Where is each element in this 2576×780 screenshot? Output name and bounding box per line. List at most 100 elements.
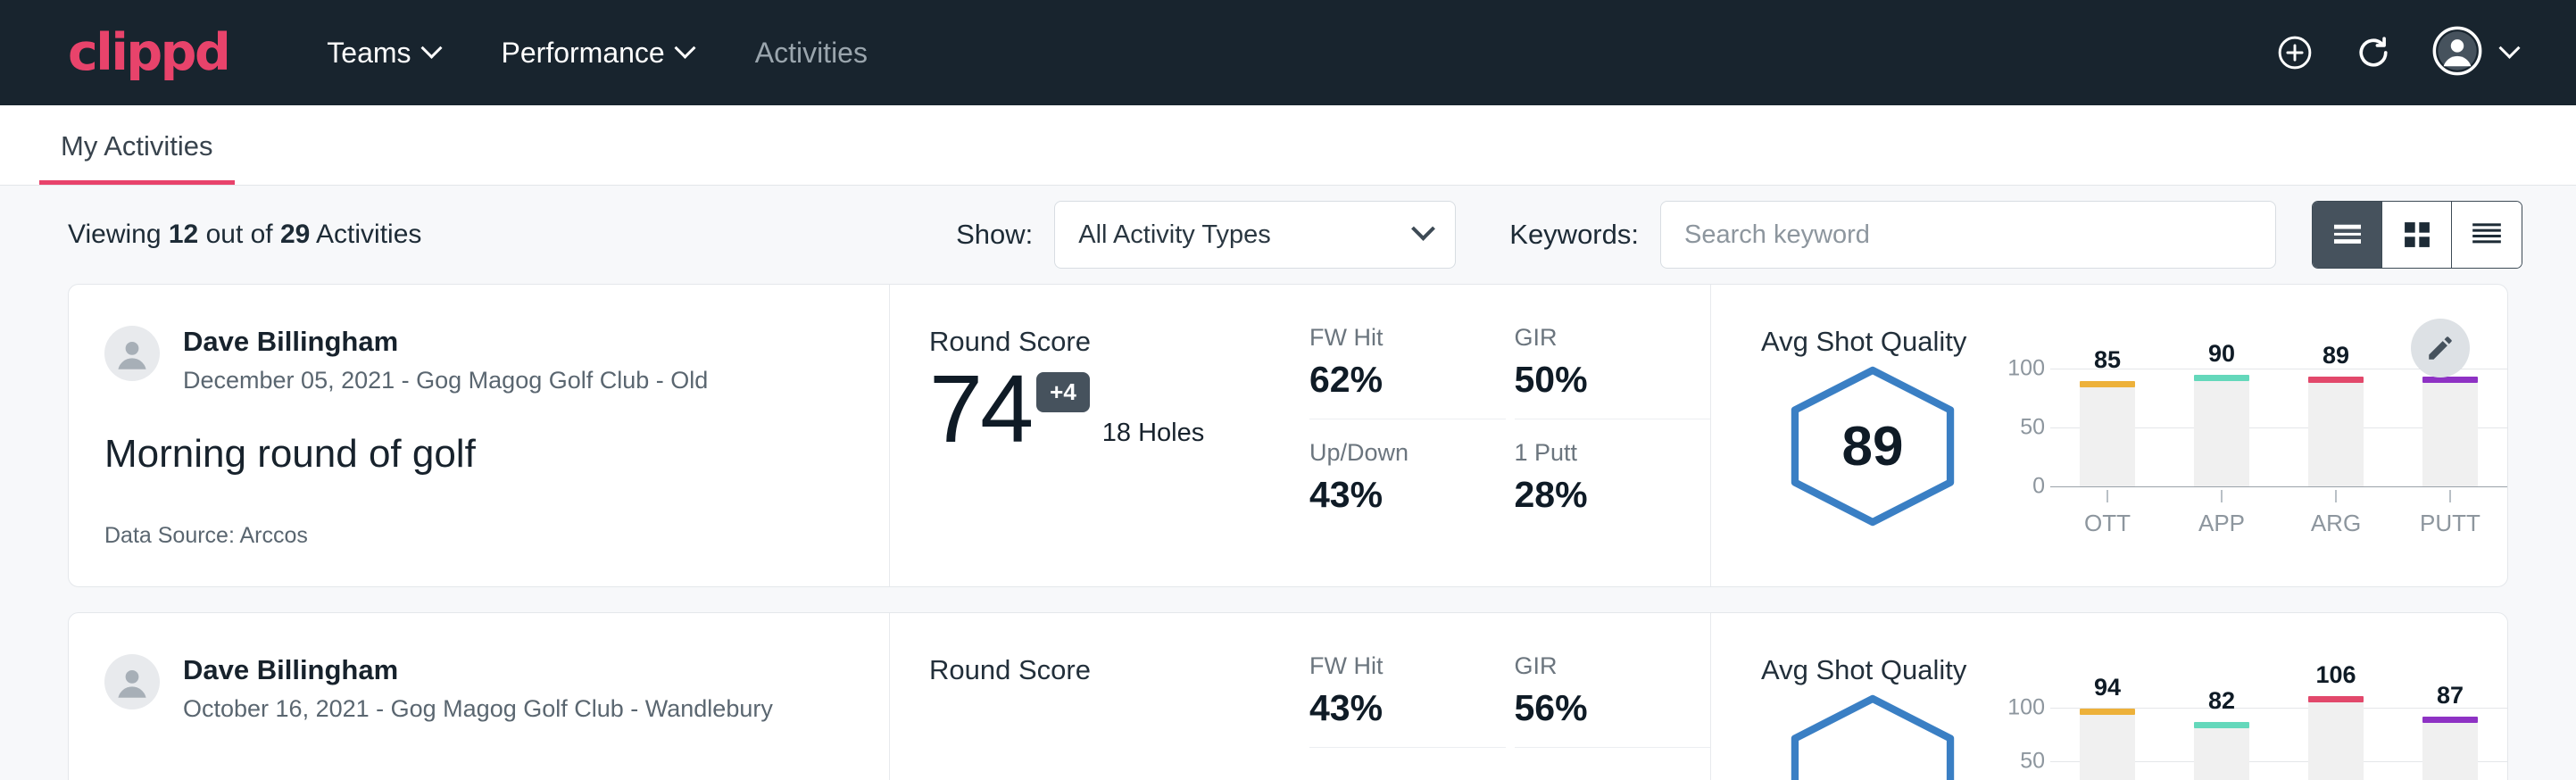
chart-bar-value-label: 87: [2437, 682, 2464, 709]
nav-item-performance-label: Performance: [502, 37, 665, 70]
stat-fw-hit-value: 43%: [1309, 687, 1484, 729]
chart-y-tick-50: 50: [2020, 415, 2045, 441]
player-name: Dave Billingham: [183, 326, 708, 358]
activity-title: Morning round of golf: [104, 432, 889, 477]
chart-bar-ott: 85: [2050, 369, 2165, 486]
compact-view-icon[interactable]: [2452, 202, 2522, 268]
chart-y-tick-100: 100: [2007, 695, 2045, 721]
chart-y-axis: 050100: [2000, 369, 2050, 486]
chart-x-tick-putt: PUTT: [2393, 490, 2507, 537]
chart-bar-putt: 89: [2393, 369, 2507, 486]
account-menu[interactable]: [2432, 26, 2517, 80]
search-input-placeholder: Search keyword: [1684, 220, 1870, 250]
chart-x-tick-label: PUTT: [2420, 510, 2480, 537]
chart-x-tick-arg: ARG: [2279, 490, 2393, 537]
avg-shot-quality-panel: Avg Shot Quality 89 050100 85908989: [1711, 285, 2507, 586]
primary-nav: Teams Performance Activities: [327, 37, 868, 70]
quality-score-value: [1783, 693, 1962, 780]
chart-x-tickmark: [2221, 490, 2223, 502]
activity-summary: Dave Billingham October 16, 2021 - Gog M…: [69, 613, 890, 780]
stat-fw-hit-value: 62%: [1309, 359, 1484, 401]
stat-fw-hit: FW Hit 43%: [1309, 652, 1506, 748]
brand-logo[interactable]: clippd: [68, 28, 229, 79]
quality-hexagon: [1761, 688, 1984, 780]
round-score-value-row: 74 +4 18 Holes: [929, 363, 1309, 455]
nav-item-teams-label: Teams: [327, 37, 411, 70]
edit-activity-button[interactable]: [2411, 319, 2470, 378]
viewing-prefix: Viewing: [68, 220, 169, 249]
activity-card-list: Dave Billingham December 05, 2021 - Gog …: [0, 284, 2576, 780]
avg-shot-quality-label: Avg Shot Quality: [1761, 326, 2507, 358]
chart-bar-cap: [2422, 717, 2478, 723]
tab-my-activities-label: My Activities: [61, 130, 213, 162]
top-navigation-bar: clippd Teams Performance Activities: [0, 0, 2576, 105]
chart-bar-arg: 89: [2279, 369, 2393, 486]
round-score-panel: Round Score 74 +4 18 Holes: [890, 285, 1309, 586]
chevron-down-icon: [2498, 37, 2520, 58]
activity-type-select[interactable]: All Activity Types: [1054, 201, 1456, 269]
stat-gir: GIR 56%: [1515, 652, 1711, 748]
chart-x-tick-label: OTT: [2084, 510, 2131, 537]
activity-meta: October 16, 2021 - Gog Magog Golf Club -…: [183, 695, 773, 723]
refresh-icon[interactable]: [2354, 33, 2393, 72]
chart-bar-body: [2080, 386, 2135, 486]
data-source-label: Data Source: Arccos: [104, 523, 308, 549]
stat-up-down: Up/Down 43%: [1309, 419, 1506, 516]
round-stats-grid: FW Hit 43% GIR 56%: [1309, 613, 1711, 780]
grid-view-icon[interactable]: [2382, 202, 2452, 268]
stat-one-putt-value: 28%: [1515, 474, 1690, 516]
chart-bar-app: 90: [2165, 369, 2279, 486]
keywords-label: Keywords:: [1509, 219, 1639, 251]
chart-x-tickmark: [2335, 490, 2337, 502]
chart-y-tick-50: 50: [2020, 749, 2045, 775]
nav-item-activities-label: Activities: [755, 37, 868, 70]
chart-bar-body: [2194, 380, 2249, 486]
stat-fw-hit-label: FW Hit: [1309, 652, 1484, 680]
chart-x-tickmark: [2107, 490, 2108, 502]
shot-quality-bar-chart: 050100 85908989 OTTAPPARGPUTT: [1984, 360, 2507, 537]
viewing-mid: out of: [198, 220, 280, 249]
list-view-icon[interactable]: [2313, 202, 2382, 268]
stat-gir-label: GIR: [1515, 652, 1690, 680]
chart-gridline: [2050, 486, 2507, 487]
chevron-down-icon: [420, 37, 442, 58]
chart-bar-value-label: 106: [2315, 661, 2356, 689]
chart-x-tickmark: [2449, 490, 2451, 502]
stat-up-down-label: Up/Down: [1309, 439, 1484, 467]
chart-bar-body: [2308, 701, 2364, 780]
chart-bar-cap: [2422, 377, 2478, 383]
stat-gir-label: GIR: [1515, 324, 1690, 352]
nav-item-performance[interactable]: Performance: [502, 37, 693, 70]
nav-item-teams[interactable]: Teams: [327, 37, 438, 70]
nav-item-activities[interactable]: Activities: [755, 37, 868, 70]
stat-one-putt: [1515, 748, 1711, 768]
avatar: [104, 326, 160, 381]
chart-bar-app: 82: [2165, 697, 2279, 780]
stat-fw-hit: FW Hit 62%: [1309, 324, 1506, 419]
chart-bar-body: [2422, 382, 2478, 486]
chart-bars: 948210687: [2050, 697, 2507, 780]
search-input[interactable]: Search keyword: [1660, 201, 2276, 269]
quality-score-value: 89: [1783, 365, 1962, 527]
holes-label: 18 Holes: [1102, 419, 1204, 455]
chevron-down-icon: [1411, 216, 1435, 240]
chart-bar-cap: [2080, 709, 2135, 715]
chart-plot-area: 85908989: [2050, 369, 2507, 486]
activity-card[interactable]: Dave Billingham December 05, 2021 - Gog …: [68, 284, 2508, 587]
activity-summary: Dave Billingham December 05, 2021 - Gog …: [69, 285, 890, 586]
add-circle-icon[interactable]: [2275, 33, 2314, 72]
show-label: Show:: [956, 219, 1033, 251]
chart-bar-cap: [2080, 381, 2135, 387]
stat-gir-value: 50%: [1515, 359, 1690, 401]
viewing-count-text: Viewing 12 out of 29 Activities: [68, 220, 421, 250]
chart-bar-value-label: 85: [2094, 346, 2121, 374]
tab-my-activities[interactable]: My Activities: [39, 130, 235, 185]
chart-bar-cap: [2194, 375, 2249, 381]
chart-bar-body: [2308, 382, 2364, 486]
activity-card[interactable]: Dave Billingham October 16, 2021 - Gog M…: [68, 612, 2508, 780]
avg-shot-quality-panel: Avg Shot Quality 050100 948210687: [1711, 613, 2507, 780]
chart-bar-cap: [2308, 377, 2364, 383]
page-tab-bar: My Activities: [0, 105, 2576, 186]
round-stats-grid: FW Hit 62% GIR 50% Up/Down 43% 1 Putt 28…: [1309, 285, 1711, 586]
chart-plot-area: 948210687: [2050, 697, 2507, 780]
